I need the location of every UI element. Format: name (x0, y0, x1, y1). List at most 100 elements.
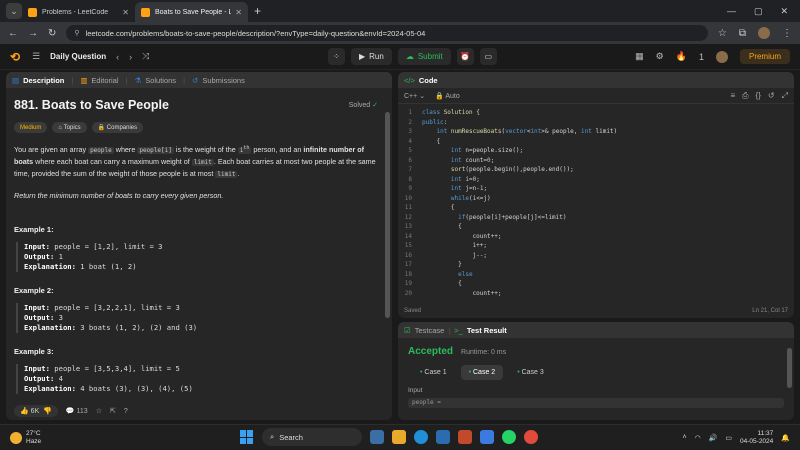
code-line[interactable]: 8 int i=0; (398, 175, 794, 185)
code-line[interactable]: 19 { (398, 279, 794, 289)
tray-chevron-icon[interactable]: ˄ (682, 434, 686, 441)
battery-icon[interactable]: ▭ (725, 434, 732, 442)
language-select[interactable]: C++ ⌄ (404, 92, 425, 100)
tab-description[interactable]: Description (23, 76, 64, 85)
close-icon[interactable]: ✕ (235, 8, 242, 17)
site-info-icon[interactable]: ⚲ (74, 29, 79, 37)
fullscreen-icon[interactable]: ⤢ (782, 91, 788, 101)
forward-icon[interactable]: → (28, 28, 38, 39)
notification-icon[interactable]: 🔔 (781, 434, 790, 442)
code-line[interactable]: 10 while(i<=j) (398, 194, 794, 204)
prev-problem-icon[interactable]: ‹ (116, 52, 119, 62)
streak-fire-icon[interactable]: 🔥 (676, 51, 687, 62)
code-line[interactable]: 15 i++; (398, 241, 794, 251)
code-line[interactable]: 7 sort(people.begin(),people.end()); (398, 165, 794, 175)
profile-avatar[interactable] (758, 27, 770, 39)
premium-button[interactable]: Premium (739, 49, 790, 64)
case-3-tab[interactable]: • Case 3 (509, 365, 552, 380)
new-tab-icon[interactable]: + (254, 4, 261, 18)
tab-search-icon[interactable]: ⌄ (6, 3, 22, 19)
task-view-icon[interactable] (370, 430, 384, 444)
bookmark-icon[interactable]: ⎙ (742, 91, 748, 101)
edge-icon[interactable] (414, 430, 428, 444)
settings-gear-icon[interactable]: ⚙ (656, 51, 664, 62)
browser-tab-boats[interactable]: Boats to Save People - LeetCode ✕ (135, 2, 248, 22)
code-line[interactable]: 14 count++; (398, 232, 794, 242)
shuffle-icon[interactable]: ⤨ (142, 51, 149, 62)
close-window-icon[interactable]: ✕ (780, 6, 788, 17)
auto-mode[interactable]: 🔒 Auto (435, 92, 460, 100)
timer-icon[interactable]: ⏰ (456, 48, 474, 65)
case-1-tab[interactable]: • Case 1 (412, 365, 455, 380)
code-line[interactable]: 9 int j=n-1; (398, 184, 794, 194)
chrome-icon[interactable] (524, 430, 538, 444)
help-icon[interactable]: ? (124, 408, 128, 415)
case-2-tab[interactable]: • Case 2 (460, 365, 504, 380)
notes-icon[interactable]: ▭ (479, 48, 497, 65)
code-line[interactable]: 5 int n=people.size(); (398, 146, 794, 156)
description-icon: ▤ (12, 75, 20, 85)
tab-testcase[interactable]: Testcase (415, 326, 445, 335)
weather-widget[interactable]: 27°C Haze (0, 430, 200, 446)
favorite-star-icon[interactable]: ☆ (96, 407, 102, 415)
taskbar-search[interactable]: ⌕ Search (262, 428, 362, 446)
companies-tag[interactable]: 🔒 Companies (91, 122, 144, 133)
submit-button[interactable]: ☁ Submit (397, 48, 451, 65)
code-line[interactable]: 3 int numRescueBoats(vector<int>& people… (398, 127, 794, 137)
run-button[interactable]: ▶ Run (351, 48, 392, 65)
code-line[interactable]: 4 { (398, 137, 794, 147)
code-editor[interactable]: 1 class Solution {2 public: 3 int numRescue… (398, 104, 794, 298)
leetcode-logo-icon[interactable]: ⟲ (10, 50, 20, 64)
tab-submissions[interactable]: Submissions (202, 76, 245, 85)
user-avatar[interactable] (715, 50, 728, 63)
code-line[interactable]: 17 } (398, 260, 794, 270)
solved-status: Solved ✓ (349, 101, 378, 109)
maximize-icon[interactable]: ▢ (754, 6, 763, 17)
code-line[interactable]: 18 else (398, 270, 794, 280)
reload-icon[interactable]: ↻ (48, 28, 56, 39)
code-line[interactable]: 6 int count=0; (398, 156, 794, 166)
file-explorer-icon[interactable] (392, 430, 406, 444)
result-scrollbar[interactable] (787, 348, 792, 388)
layout-icon[interactable]: ▦ (635, 51, 644, 62)
browser-menu-icon[interactable]: ⋮ (782, 28, 792, 39)
windows-start-icon[interactable] (240, 430, 254, 444)
whatsapp-icon[interactable] (502, 430, 516, 444)
code-line[interactable]: 20 count++; (398, 289, 794, 299)
topics-tag[interactable]: ⌂ Topics (52, 122, 87, 133)
store-icon[interactable] (436, 430, 450, 444)
tab-solutions[interactable]: Solutions (145, 76, 176, 85)
braces-icon[interactable]: {} (756, 91, 761, 101)
problem-list-icon[interactable]: ☰ (32, 51, 40, 62)
description-scrollbar[interactable] (385, 112, 390, 318)
close-icon[interactable]: ✕ (122, 8, 129, 17)
code-line[interactable]: 11 { (398, 203, 794, 213)
wifi-icon[interactable]: ◠ (695, 434, 701, 442)
volume-icon[interactable]: 🔊 (709, 434, 718, 442)
code-line[interactable]: 1 class Solution { (398, 108, 794, 118)
bookmark-star-icon[interactable]: ☆ (718, 28, 727, 39)
comment-button[interactable]: 💬 113 (66, 407, 88, 415)
next-problem-icon[interactable]: › (129, 52, 132, 62)
like-button[interactable]: 👍 6K 👎 (14, 405, 58, 417)
code-line[interactable]: 12 if(people[i]+people[j]<=limit) (398, 213, 794, 223)
share-icon[interactable]: ⇱ (110, 407, 116, 415)
code-line[interactable]: 16 j--; (398, 251, 794, 261)
debug-icon[interactable]: ⁘ (328, 48, 345, 65)
code-line[interactable]: 13 { (398, 222, 794, 232)
tab-editorial[interactable]: Editorial (91, 76, 118, 85)
reset-icon[interactable]: ↺ (768, 91, 775, 101)
code-line[interactable]: 2 public: (398, 118, 794, 128)
minimize-icon[interactable]: — (727, 6, 736, 17)
problem-title[interactable]: 881. Boats to Save People (14, 98, 169, 112)
clock[interactable]: 11:37 04-05-2024 (740, 430, 773, 446)
format-icon[interactable]: ≡ (730, 91, 735, 101)
browser-tab-problems[interactable]: Problems - LeetCode ✕ (22, 2, 135, 22)
tab-test-result[interactable]: Test Result (467, 326, 507, 335)
back-icon[interactable]: ← (8, 28, 18, 39)
todo-icon[interactable] (480, 430, 494, 444)
extensions-icon[interactable]: ⧉ (739, 28, 746, 39)
daily-question-link[interactable]: Daily Question (50, 52, 106, 61)
office-icon[interactable] (458, 430, 472, 444)
url-field[interactable]: ⚲ leetcode.com/problems/boats-to-save-pe… (66, 25, 708, 41)
